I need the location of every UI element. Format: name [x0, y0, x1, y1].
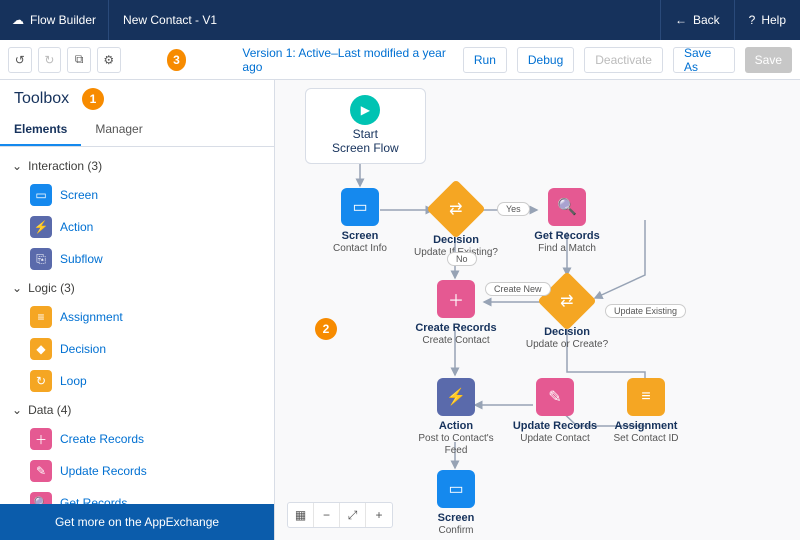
redo-button[interactable]: ↻ — [38, 47, 62, 73]
toolbox-title: Toolbox — [0, 80, 274, 114]
copy-button[interactable]: ⧉ — [67, 47, 91, 73]
update-icon: ✎ — [536, 378, 574, 416]
copy-icon: ⧉ — [75, 52, 84, 67]
app-header: ☁ Flow Builder New Contact - V1 ← Back ?… — [0, 0, 800, 40]
callout-3: 3 — [167, 49, 187, 71]
element-loop[interactable]: ↻Loop — [6, 365, 268, 397]
pill-create-new: Create New — [485, 282, 551, 296]
back-button[interactable]: ← Back — [660, 0, 734, 40]
settings-button[interactable]: ⚙ — [97, 47, 121, 73]
toolbox-list: ⌄Interaction (3) ▭Screen ⚡Action ⎘Subflo… — [0, 147, 274, 504]
node-decision-update-if-existing[interactable]: ⇄ Decision Update If Existing? — [411, 188, 501, 259]
pill-update-existing: Update Existing — [605, 304, 686, 318]
flow-canvas[interactable]: ▶ Start Screen Flow ▭ Screen Contact Inf… — [275, 80, 800, 540]
save-as-button[interactable]: Save As — [673, 47, 735, 73]
element-decision[interactable]: ◆Decision — [6, 333, 268, 365]
element-assignment[interactable]: ≡Assignment — [6, 301, 268, 333]
update-icon: ✎ — [30, 460, 52, 482]
screen-icon: ▭ — [30, 184, 52, 206]
action-icon: ⚡ — [437, 378, 475, 416]
zoom-out-button[interactable]: − — [314, 503, 340, 527]
chevron-down-icon: ⌄ — [12, 403, 22, 417]
element-screen[interactable]: ▭Screen — [6, 179, 268, 211]
pill-yes: Yes — [497, 202, 530, 216]
zoom-in-button[interactable]: + — [366, 503, 392, 527]
gear-icon: ⚙ — [103, 53, 114, 67]
cloud-icon: ☁ — [12, 13, 24, 27]
canvas-controls: ▦ − ⤢ + — [287, 502, 393, 528]
save-button[interactable]: Save — [745, 47, 792, 73]
chevron-down-icon: ⌄ — [12, 159, 22, 173]
deactivate-button[interactable]: Deactivate — [584, 47, 663, 73]
group-interaction[interactable]: ⌄Interaction (3) — [6, 153, 268, 179]
appexchange-link[interactable]: Get more on the AppExchange — [0, 504, 274, 540]
flow-title: New Contact - V1 — [109, 13, 231, 27]
decision-icon: ◆ — [30, 338, 52, 360]
element-subflow[interactable]: ⎘Subflow — [6, 243, 268, 275]
plus-icon: + — [375, 508, 382, 522]
help-button[interactable]: ? Help — [734, 0, 800, 40]
chevron-down-icon: ⌄ — [12, 281, 22, 295]
node-screen-confirm[interactable]: ▭ Screen Confirm — [411, 470, 501, 537]
decision-icon: ⇄ — [537, 271, 596, 330]
app-logo: ☁ Flow Builder — [0, 0, 109, 40]
toolbar: ↺ ↻ ⧉ ⚙ 3 Version 1: Active–Last modifie… — [0, 40, 800, 80]
app-name: Flow Builder — [30, 13, 96, 27]
version-info: Version 1: Active–Last modified a year a… — [242, 46, 446, 74]
expand-icon: ⤢ — [348, 508, 358, 523]
tab-manager[interactable]: Manager — [81, 114, 156, 146]
select-icon: ▦ — [295, 508, 306, 522]
callout-1: 1 — [82, 88, 104, 110]
minus-icon: − — [323, 508, 330, 522]
node-assignment[interactable]: ≡ Assignment Set Contact ID — [601, 378, 691, 445]
help-icon: ? — [749, 13, 756, 27]
group-data[interactable]: ⌄Data (4) — [6, 397, 268, 423]
loop-icon: ↻ — [30, 370, 52, 392]
create-icon: ＋ — [30, 428, 52, 450]
node-start[interactable]: ▶ Start Screen Flow — [305, 88, 426, 164]
run-button[interactable]: Run — [463, 47, 507, 73]
undo-button[interactable]: ↺ — [8, 47, 32, 73]
tab-elements[interactable]: Elements — [0, 114, 81, 146]
screen-icon: ▭ — [341, 188, 379, 226]
get-icon: 🔍 — [548, 188, 586, 226]
element-action[interactable]: ⚡Action — [6, 211, 268, 243]
action-icon: ⚡ — [30, 216, 52, 238]
callout-2: 2 — [315, 318, 337, 340]
undo-icon: ↺ — [15, 53, 25, 67]
element-update-records[interactable]: ✎Update Records — [6, 455, 268, 487]
toolbox-panel: Toolbox 1 Elements Manager ⌄Interaction … — [0, 80, 275, 540]
debug-button[interactable]: Debug — [517, 47, 574, 73]
decision-icon: ⇄ — [426, 179, 485, 238]
redo-icon: ↻ — [44, 53, 54, 67]
create-icon: ＋ — [437, 280, 475, 318]
element-get-records[interactable]: 🔍Get Records — [6, 487, 268, 504]
assignment-icon: ≡ — [627, 378, 665, 416]
select-mode-button[interactable]: ▦ — [288, 503, 314, 527]
fit-button[interactable]: ⤢ — [340, 503, 366, 527]
node-update-records[interactable]: ✎ Update Records Update Contact — [510, 378, 600, 445]
assignment-icon: ≡ — [30, 306, 52, 328]
element-create-records[interactable]: ＋Create Records — [6, 423, 268, 455]
arrow-left-icon: ← — [675, 13, 687, 27]
pill-no: No — [447, 252, 477, 266]
node-screen-contact-info[interactable]: ▭ Screen Contact Info — [315, 188, 405, 255]
start-icon: ▶ — [350, 95, 380, 125]
screen-icon: ▭ — [437, 470, 475, 508]
get-icon: 🔍 — [30, 492, 52, 504]
subflow-icon: ⎘ — [30, 248, 52, 270]
node-get-records[interactable]: 🔍 Get Records Find a Match — [522, 188, 612, 255]
node-action-post[interactable]: ⚡ Action Post to Contact's Feed — [411, 378, 501, 457]
group-logic[interactable]: ⌄Logic (3) — [6, 275, 268, 301]
